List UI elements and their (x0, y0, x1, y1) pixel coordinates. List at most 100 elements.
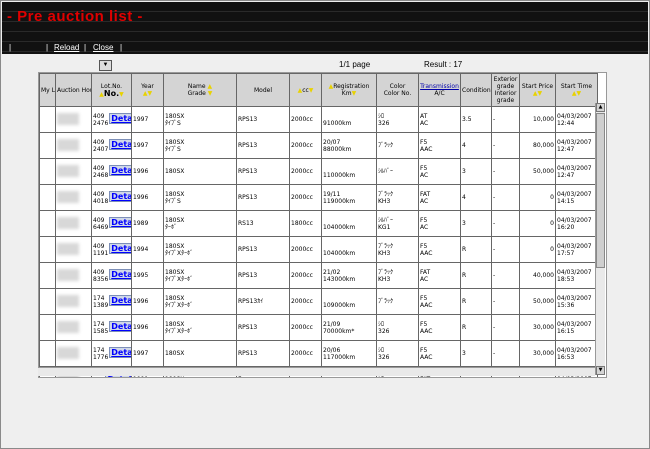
start-time: 12:47 (557, 145, 575, 153)
grade-cell: - (491, 106, 520, 133)
detail-button[interactable]: Detail (109, 347, 131, 358)
lot-number-part: 1776 (93, 353, 109, 361)
grade-cell: - (491, 210, 520, 237)
car-grade: ﾀｲﾌﾟXﾀｰﾎﾞ (165, 301, 194, 309)
year-cell: 1994 (131, 236, 164, 263)
my-list-cell[interactable] (39, 106, 56, 133)
sort-desc-icon[interactable]: ▼ (577, 90, 582, 97)
detail-button[interactable]: Detail (109, 165, 131, 176)
transmission-cell: F5 AAC (418, 288, 461, 315)
table-row: 4098356Detail1995180SXﾀｲﾌﾟXﾀｰﾎﾞRPS132000… (39, 262, 598, 289)
header-name-grade[interactable]: Name ▲ Grade ▼ (163, 73, 237, 107)
detail-button[interactable]: Detail (109, 295, 131, 306)
detail-button[interactable]: Detail (109, 113, 131, 124)
sort-asc-icon[interactable]: ▲ (208, 83, 213, 90)
car-name: 180SX (165, 216, 185, 224)
start-date: 04/03/2007 (557, 138, 592, 146)
start-time: 12:44 (557, 119, 575, 127)
start-time-cell: 04/03/2007 14:15 (555, 184, 598, 211)
page-title: - Pre auction list - (7, 8, 143, 25)
air-conditioning: AAC (420, 249, 433, 257)
condition-cell: R (460, 262, 492, 289)
vertical-scrollbar[interactable]: ▲ ▼ (595, 103, 605, 375)
scroll-down-icon[interactable]: ▼ (596, 366, 605, 375)
my-list-cell[interactable] (39, 314, 56, 341)
detail-button[interactable]: Detail (109, 269, 131, 280)
sort-desc-icon[interactable]: ▼ (208, 90, 213, 97)
auction-table-container[interactable]: My List Auction House Lot.No. ▲No.▼ Year… (38, 72, 607, 378)
my-list-cell[interactable] (39, 262, 56, 289)
result-count: Result : 17 (424, 60, 463, 69)
list-toolbar: ▼ 1/1 page Result : 17 (99, 60, 579, 72)
lot-no-cell: 4096469Detail (91, 210, 132, 237)
page-info: 1/1 page (339, 60, 371, 69)
transmission-cell: AT AC (418, 106, 461, 133)
registration-cell: 104000km (321, 236, 377, 263)
nav-separator: | (9, 43, 12, 52)
header-cc[interactable]: ▲cc▼ (289, 73, 322, 107)
registration-cell: 109000km (321, 288, 377, 315)
model-cell: RPS13 (236, 262, 290, 289)
my-list-cell[interactable] (39, 340, 56, 367)
detail-button[interactable]: Detail (109, 217, 131, 228)
grade-cell: - (491, 288, 520, 315)
cc-cell: 2000cc (289, 106, 322, 133)
header-start-price[interactable]: Start Price ▲▼ (519, 73, 556, 107)
detail-button[interactable]: Detail (109, 321, 131, 332)
scrollbar-thumb[interactable] (596, 113, 605, 268)
table-row: 4096469Detail1989180SXﾀｰﾎﾞRS131800cc1040… (39, 210, 598, 237)
registration-cell: 21/09 70000km* (321, 314, 377, 341)
model-cell: RPS13 (236, 158, 290, 185)
header-lot-no[interactable]: Lot.No. ▲No.▼ (91, 73, 132, 107)
blurred-auction-house (57, 164, 79, 177)
detail-button[interactable]: Detail (109, 191, 131, 202)
mileage: 110000km (323, 171, 356, 179)
header-start-time[interactable]: Start Time ▲▼ (555, 73, 598, 107)
start-date: 04/03/2007 (557, 190, 592, 198)
my-list-cell[interactable] (39, 184, 56, 211)
detail-button[interactable]: Detail (109, 139, 131, 150)
detail-button[interactable]: Detail (109, 243, 131, 254)
auction-table: My List Auction House Lot.No. ▲No.▼ Year… (39, 73, 598, 377)
my-list-cell[interactable] (39, 288, 56, 315)
model-cell: RPS13 (236, 132, 290, 159)
name-grade-cell: 180SX ﾀｲﾌﾟS (163, 184, 237, 211)
start-date: 04/03/2007 (557, 216, 592, 224)
start-date: 04/03/2007 (557, 376, 592, 377)
my-list-cell[interactable] (39, 132, 56, 159)
start-time-cell: 04/03/2007 12:44 (555, 106, 598, 133)
registration-cell: 20/07 88000km (321, 132, 377, 159)
table-row: 4091191Detail1994180SXﾀｲﾌﾟXﾀｰﾎﾞRPS132000… (39, 236, 598, 263)
horizontal-scrollbar[interactable] (38, 367, 595, 376)
auction-house-cell (55, 184, 92, 211)
condition-cell: R (460, 236, 492, 263)
sort-desc-icon[interactable]: ▼ (309, 87, 314, 94)
page-select-dropdown[interactable]: ▼ (99, 60, 112, 71)
name-grade-cell: 180SX ﾀｲﾌﾟS (163, 106, 237, 133)
scroll-up-icon[interactable]: ▲ (596, 103, 605, 112)
start-price-cell: 50,000 (519, 288, 556, 315)
sort-desc-icon[interactable]: ▼ (119, 91, 124, 98)
my-list-cell[interactable] (39, 236, 56, 263)
transmission: F5 (420, 216, 428, 224)
start-date: 04/03/2007 (557, 294, 592, 302)
name-grade-cell: 180SX ﾀｲﾌﾟS (163, 132, 237, 159)
header-registration[interactable]: ▲Registration Km▼ (321, 73, 377, 107)
name-grade-cell: 180SX ﾀｲﾌﾟXﾀｰﾎﾞ (163, 314, 237, 341)
sort-desc-icon[interactable]: ▼ (352, 90, 357, 97)
header-year[interactable]: Year ▲▼ (131, 73, 164, 107)
header-transmission-link[interactable]: Transmission (420, 83, 459, 90)
reload-link[interactable]: Reload (54, 43, 79, 52)
close-link[interactable]: Close (93, 43, 113, 52)
blurred-auction-house (57, 346, 79, 359)
header-my-list: My List (39, 73, 56, 107)
sort-desc-icon[interactable]: ▼ (538, 90, 543, 97)
lot-number-part: 409 (93, 216, 105, 224)
my-list-cell[interactable] (39, 210, 56, 237)
sort-desc-icon[interactable]: ▼ (148, 90, 153, 97)
name-grade-cell: 180SX ﾀｲﾌﾟXﾀｰﾎﾞ (163, 288, 237, 315)
cc-cell: 2000cc (289, 236, 322, 263)
my-list-cell[interactable] (39, 158, 56, 185)
lot-no-cell: 1741389Detail (91, 288, 132, 315)
blurred-auction-house (57, 112, 79, 125)
